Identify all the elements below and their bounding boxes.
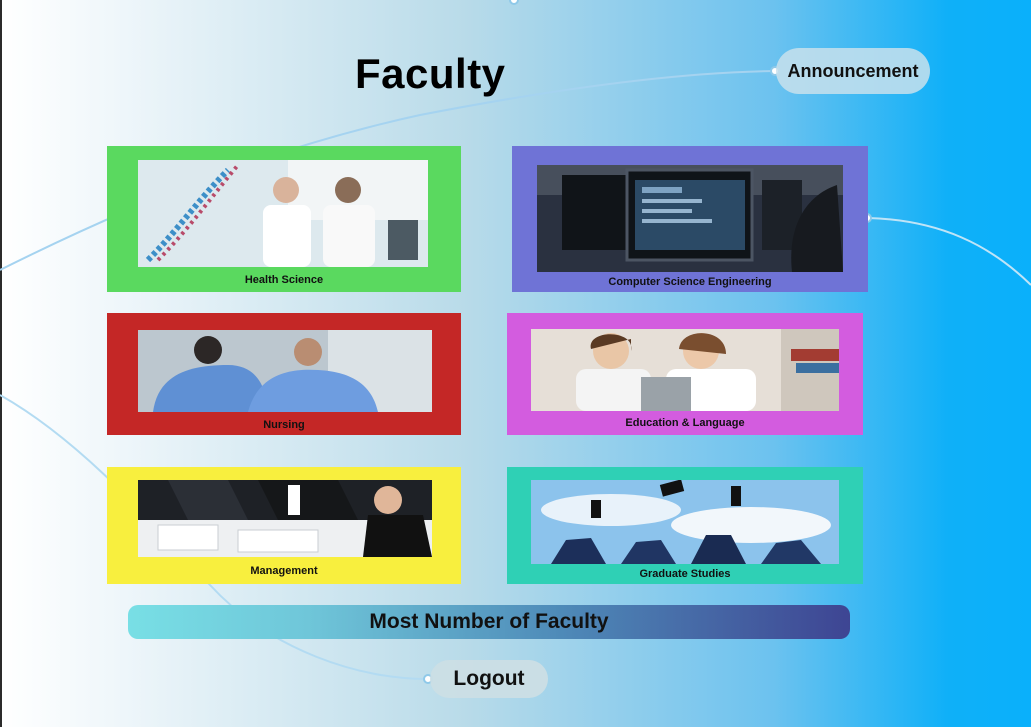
- business-meeting-photo: [138, 480, 432, 557]
- faculty-label: Computer Science Engineering: [608, 276, 772, 288]
- faculty-card-education-language[interactable]: Education & Language: [507, 313, 863, 435]
- lab-scientists-photo: [138, 160, 428, 267]
- logout-button[interactable]: Logout: [430, 660, 548, 698]
- graduation-caps-photo: [531, 480, 839, 564]
- computer-monitors-photo: [537, 165, 843, 272]
- connector-dot-top: [509, 0, 519, 5]
- faculty-card-health-science[interactable]: Health Science: [107, 146, 461, 292]
- page-title: Faculty: [355, 50, 506, 97]
- faculty-card-management[interactable]: Management: [107, 467, 461, 584]
- announcement-button[interactable]: Announcement: [776, 48, 930, 94]
- faculty-card-nursing[interactable]: Nursing: [107, 313, 461, 435]
- most-faculty-button[interactable]: Most Number of Faculty: [128, 605, 850, 639]
- faculty-label: Graduate Studies: [639, 568, 731, 580]
- faculty-card-graduate-studies[interactable]: Graduate Studies: [507, 467, 863, 584]
- nurses-photo: [138, 330, 432, 412]
- faculty-card-computer-science-engineering[interactable]: Computer Science Engineering: [512, 146, 868, 292]
- faculty-label: Management: [250, 565, 318, 577]
- window-left-edge: [0, 0, 2, 727]
- faculty-label: Health Science: [244, 274, 324, 286]
- faculty-label: Nursing: [263, 419, 305, 431]
- faculty-label: Education & Language: [625, 417, 745, 429]
- students-reading-photo: [531, 329, 839, 411]
